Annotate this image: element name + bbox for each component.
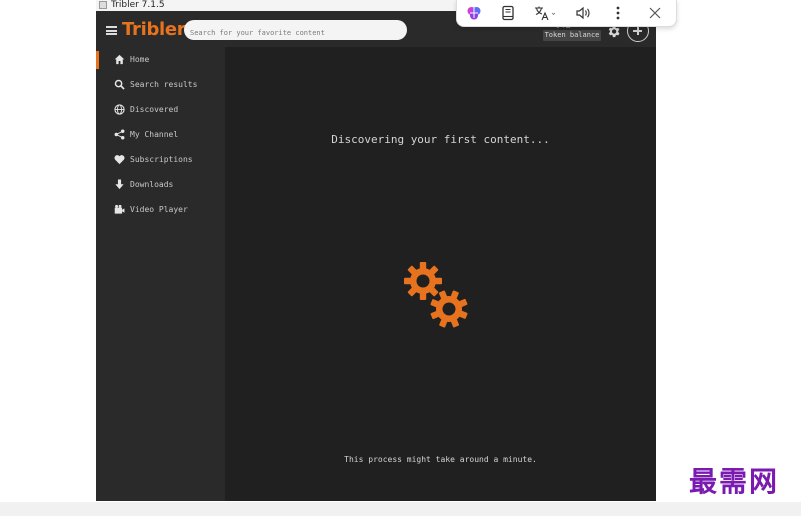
sidebar-item-label: Home: [130, 55, 150, 64]
discovering-heading: Discovering your first content...: [331, 133, 550, 146]
download-arrow-icon: [113, 179, 125, 191]
search-icon: [113, 79, 125, 91]
reading-view-icon[interactable]: [491, 0, 525, 27]
window-titlebar: Tribler 7.1.5: [96, 0, 456, 11]
app-logo: Tribler: [122, 19, 186, 40]
loading-gears-icon: [403, 261, 477, 335]
hamburger-menu-icon[interactable]: [106, 26, 117, 35]
sidebar: Home Search results Discovered My Channe…: [96, 47, 225, 501]
sidebar-item-label: Video Player: [130, 205, 188, 214]
sidebar-item-downloads[interactable]: Downloads: [96, 172, 225, 197]
close-icon[interactable]: [635, 0, 675, 27]
sidebar-item-label: Subscriptions: [130, 155, 193, 164]
browser-toolbar: [456, 0, 677, 27]
window-title: Tribler 7.1.5: [111, 0, 165, 10]
heart-icon: [113, 154, 125, 166]
search-input[interactable]: [190, 23, 400, 43]
video-camera-icon: [113, 204, 125, 216]
search-bar[interactable]: [184, 20, 407, 43]
sidebar-item-label: Discovered: [130, 105, 179, 114]
home-icon: [113, 54, 125, 66]
copilot-icon[interactable]: [457, 0, 491, 27]
sidebar-item-subscriptions[interactable]: Subscriptions: [96, 147, 225, 172]
sidebar-item-label: Search results: [130, 80, 198, 89]
sidebar-item-label: My Channel: [130, 130, 179, 139]
main-content: Discovering your first content... This p…: [225, 47, 656, 501]
app-icon: [99, 1, 107, 9]
token-balance-button[interactable]: Token balance: [543, 30, 601, 41]
sidebar-item-label: Downloads: [130, 180, 174, 189]
sidebar-item-search-results[interactable]: Search results: [96, 72, 225, 97]
more-options-icon[interactable]: [601, 0, 635, 27]
sidebar-item-discovered[interactable]: Discovered: [96, 97, 225, 122]
bottom-strip: [0, 502, 801, 516]
sidebar-item-video-player[interactable]: Video Player: [96, 197, 225, 222]
translate-icon[interactable]: [525, 0, 565, 27]
tribler-window: Tribler 0 MB Token balance Home Search r…: [96, 11, 656, 501]
sidebar-item-home[interactable]: Home: [96, 47, 225, 72]
globe-icon: [113, 104, 125, 116]
watermark-logo: 最需网: [689, 465, 780, 498]
sidebar-item-my-channel[interactable]: My Channel: [96, 122, 225, 147]
share-icon: [113, 129, 125, 141]
process-note: This process might take around a minute.: [344, 455, 537, 464]
read-aloud-icon[interactable]: [565, 0, 601, 27]
